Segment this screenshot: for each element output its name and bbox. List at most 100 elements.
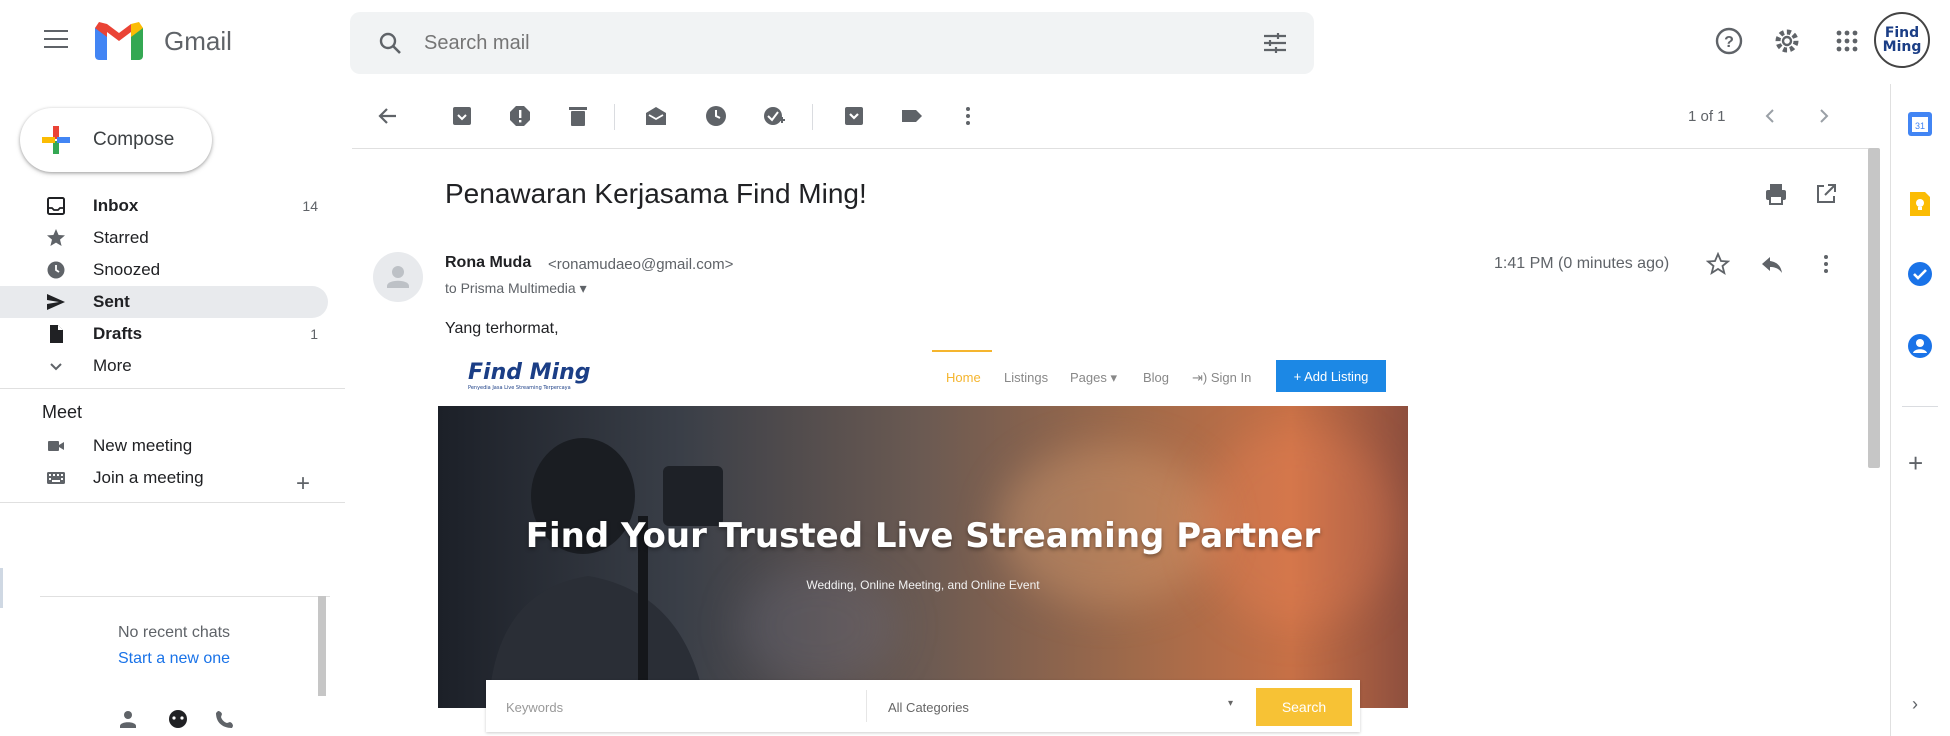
- new-meeting-label: New meeting: [93, 436, 193, 455]
- chat-scrollbar[interactable]: [318, 596, 326, 696]
- inbox-count: 14: [302, 198, 318, 214]
- chevron-down-icon: [50, 363, 62, 371]
- nav-label-starred: Starred: [93, 228, 149, 247]
- findming-nav-pages[interactable]: Pages ▾: [1070, 370, 1117, 386]
- email-scrollbar[interactable]: [1868, 148, 1880, 468]
- tasks-icon[interactable]: [1906, 260, 1934, 288]
- rail-separator: [1902, 406, 1938, 407]
- toolbar-divider: [352, 148, 1870, 149]
- hero-title: Find Your Trusted Live Streaming Partner: [525, 516, 1321, 556]
- nav-item-inbox[interactable]: Inbox 14: [0, 190, 328, 222]
- chevron-right-icon[interactable]: [1812, 104, 1836, 128]
- search-bar[interactable]: [350, 12, 1314, 74]
- apps-grid-icon[interactable]: [1832, 26, 1862, 56]
- svg-text:31: 31: [1915, 121, 1925, 131]
- nav-label-snoozed: Snoozed: [93, 260, 161, 279]
- archive-icon[interactable]: [450, 104, 474, 128]
- show-side-panel-chevron-icon[interactable]: ›: [1912, 694, 1918, 715]
- search-separator: [866, 690, 867, 722]
- label-icon[interactable]: [900, 104, 924, 128]
- get-addons-plus-icon[interactable]: +: [1908, 448, 1923, 479]
- report-spam-icon[interactable]: [508, 104, 532, 128]
- category-select[interactable]: All Categories: [888, 700, 969, 715]
- star-outline-icon[interactable]: [1706, 252, 1730, 276]
- findming-nav-blog[interactable]: Blog: [1143, 370, 1169, 385]
- new-chat-plus-icon[interactable]: +: [296, 470, 310, 498]
- findming-tagline: Penyedia Jasa Live Streaming Terpercaya: [468, 385, 571, 391]
- search-input[interactable]: [424, 26, 1204, 60]
- findming-home-indicator: [932, 350, 992, 352]
- snooze-clock-icon[interactable]: [704, 104, 728, 128]
- contacts-rail-icon[interactable]: [1906, 332, 1934, 360]
- add-to-tasks-icon[interactable]: [762, 104, 786, 128]
- account-avatar[interactable]: Find Ming: [1874, 12, 1930, 68]
- main-menu-icon[interactable]: [44, 30, 68, 50]
- nav-item-sent[interactable]: Sent: [0, 286, 328, 318]
- nav-divider: [0, 388, 345, 389]
- settings-gear-icon[interactable]: [1772, 26, 1802, 56]
- recipient-dropdown-icon[interactable]: ▾: [580, 280, 587, 296]
- nav-label-drafts: Drafts: [93, 324, 143, 343]
- more-vertical-icon[interactable]: [956, 104, 980, 128]
- open-new-window-icon[interactable]: [1814, 182, 1838, 206]
- person-placeholder-icon: [387, 266, 409, 288]
- nav-item-starred[interactable]: Starred: [0, 222, 328, 254]
- keep-icon[interactable]: [1906, 190, 1934, 218]
- print-icon[interactable]: [1764, 182, 1788, 206]
- keywords-input[interactable]: Keywords: [506, 700, 563, 715]
- findming-add-listing-button[interactable]: + Add Listing: [1276, 360, 1386, 392]
- camera-operator-silhouette: [488, 438, 723, 708]
- chevron-left-icon[interactable]: [1758, 104, 1782, 128]
- search-options-icon[interactable]: [1262, 31, 1288, 55]
- nav-item-join-meeting[interactable]: Join a meeting: [0, 462, 328, 494]
- sender-email: <ronamudaeo@gmail.com>: [548, 256, 734, 273]
- recipient-text: to Prisma Multimedia: [445, 280, 576, 296]
- chat-divider: [40, 596, 330, 597]
- draft-icon: [50, 325, 63, 343]
- mark-unread-icon[interactable]: [644, 104, 668, 128]
- findming-header: Find Ming Penyedia Jasa Live Streaming Te…: [440, 350, 1408, 406]
- phone-icon[interactable]: [216, 711, 233, 728]
- compose-button[interactable]: Compose: [20, 108, 212, 172]
- findming-nav-signin[interactable]: ⇥) Sign In: [1192, 370, 1251, 386]
- nav-item-new-meeting[interactable]: New meeting: [0, 430, 328, 462]
- hero-subtitle: Wedding, Online Meeting, and Online Even…: [806, 578, 1040, 592]
- gmail-wordmark: Gmail: [164, 26, 232, 56]
- contacts-icon[interactable]: [120, 711, 136, 728]
- back-arrow-icon[interactable]: [376, 104, 400, 128]
- recipient-line[interactable]: to Prisma Multimedia ▾: [445, 280, 587, 297]
- findming-logo[interactable]: Find Ming Penyedia Jasa Live Streaming Te…: [468, 360, 590, 391]
- compose-label: Compose: [93, 129, 175, 150]
- more-options-icon[interactable]: [1814, 252, 1838, 276]
- findming-search-button[interactable]: Search: [1256, 688, 1352, 726]
- toolbar-separator: [812, 104, 813, 130]
- start-new-chat-link[interactable]: Start a new one: [118, 650, 230, 668]
- send-icon: [47, 294, 65, 310]
- sender-name: Rona Muda: [445, 254, 532, 271]
- search-icon[interactable]: [378, 31, 402, 55]
- sender-avatar[interactable]: [373, 252, 423, 302]
- bottom-switcher: [120, 710, 233, 728]
- calendar-icon[interactable]: 31: [1906, 110, 1934, 138]
- nav-label-sent: Sent: [93, 292, 130, 311]
- findming-hero-banner: Find Your Trusted Live Streaming Partner…: [438, 406, 1408, 708]
- findming-nav-home[interactable]: Home: [946, 370, 981, 385]
- drafts-count: 1: [310, 326, 318, 342]
- nav-item-drafts[interactable]: Drafts 1: [0, 318, 328, 350]
- email-greeting: Yang terhormat,: [445, 320, 559, 337]
- move-to-icon[interactable]: [842, 104, 866, 128]
- findming-logo-text: Find Ming: [468, 360, 591, 385]
- svg-text:?: ?: [1724, 34, 1734, 51]
- join-meeting-label: Join a meeting: [93, 468, 204, 487]
- nav-item-snoozed[interactable]: Snoozed: [0, 254, 328, 286]
- nav-label-more: More: [93, 356, 132, 375]
- nav-item-more[interactable]: More: [0, 350, 328, 382]
- chat-bubble-icon[interactable]: [169, 710, 187, 728]
- gmail-logo-icon[interactable]: [95, 22, 143, 60]
- category-caret-icon[interactable]: ▾: [1228, 698, 1233, 709]
- delete-trash-icon[interactable]: [566, 104, 590, 128]
- help-icon[interactable]: ?: [1714, 26, 1744, 56]
- no-recent-chats-text: No recent chats: [118, 624, 231, 641]
- findming-nav-listings[interactable]: Listings: [1004, 370, 1048, 385]
- reply-icon[interactable]: [1760, 252, 1784, 276]
